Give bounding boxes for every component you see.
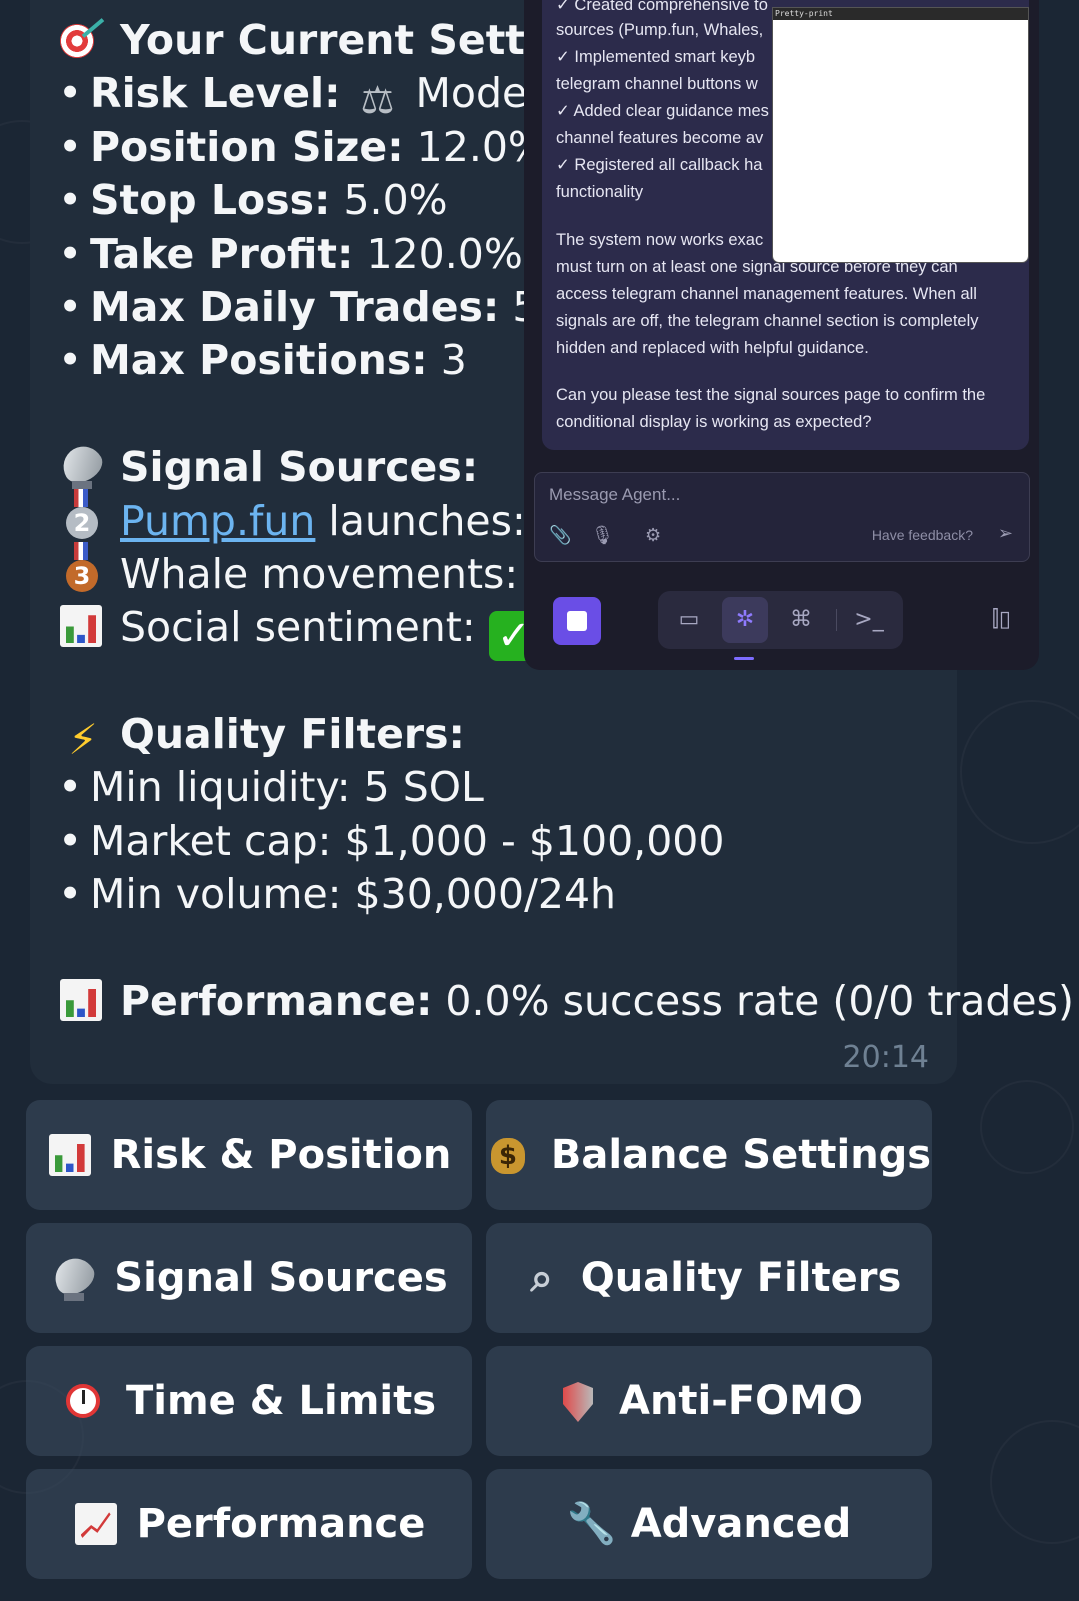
wrench-icon: 🔧 [566,1501,617,1547]
send-icon[interactable]: ➢ [998,523,1013,544]
quality-filters-button[interactable]: ⌕ Quality Filters [486,1223,932,1333]
second-place-medal-icon [58,488,108,541]
bar-chart-icon [58,979,108,1022]
anti-fomo-button[interactable]: Anti-FOMO [486,1346,932,1456]
settings-sliders-icon[interactable]: ⚙ [645,525,661,546]
webview-preview[interactable]: Pretty-print [773,8,1028,262]
toggle-sidebar-icon[interactable]: ⫿▯ [992,607,1011,632]
view-tabs: ▭ ✲ ⌘ >_ [658,591,903,649]
pumpfun-link[interactable]: Pump.fun [120,497,315,545]
desktop-icon[interactable]: ▭ [666,597,712,643]
satellite-icon [58,445,108,490]
attach-icon[interactable]: 📎 [549,525,571,546]
signal-sources-button[interactable]: Signal Sources [26,1223,472,1333]
pretty-print-toggle[interactable]: Pretty-print [773,8,1028,20]
message-placeholder: Message Agent... [549,485,681,504]
chart-icon [47,1134,97,1176]
trend-up-icon [73,1503,123,1545]
third-place-medal-icon [58,541,108,594]
microphone-icon[interactable]: 🎙 [591,525,614,546]
stop-button[interactable] [553,597,601,645]
magnifier-icon: ⌕ [530,1255,553,1301]
balance-scale-icon: ⚖ [360,78,395,123]
target-icon [58,18,108,60]
performance-button[interactable]: Performance [26,1469,472,1579]
time-limits-button[interactable]: Time & Limits [26,1346,472,1456]
filter-market-cap: • Market cap: $1,000 - $100,000 [58,816,725,865]
message-input[interactable]: Message Agent... 📎 🎙 ⚙ Have feedback? ➢ [534,472,1030,562]
risk-position-button[interactable]: Risk & Position [26,1100,472,1210]
deploy-icon[interactable]: ⌘ [778,597,824,643]
lightning-icon: ⚡ [68,715,98,765]
performance-summary: Performance: 0.0% success rate (0/0 trad… [58,975,1074,1028]
active-tab-indicator [734,657,754,660]
bar-chart-icon [58,605,108,648]
message-timestamp: 20:14 [842,1040,929,1075]
filter-min-volume: • Min volume: $30,000/24h [58,870,617,919]
quality-filters-heading: ⚡ Quality Filters: [58,708,958,761]
satellite-icon [50,1257,100,1301]
feedback-link[interactable]: Have feedback? [872,527,973,543]
shield-icon [555,1380,605,1422]
filter-min-liquidity: • Min liquidity: 5 SOL [58,763,484,812]
balance-settings-button[interactable]: Balance Settings [486,1100,932,1210]
agent-tab-icon[interactable]: ✲ [722,597,768,643]
alarm-clock-icon [62,1380,112,1422]
money-bag-icon [487,1134,537,1176]
agent-toolbar: ▭ ✲ ⌘ >_ ⫿▯ [524,577,1039,663]
terminal-icon[interactable]: >_ [846,597,892,643]
advanced-button[interactable]: 🔧 Advanced [486,1469,932,1579]
tab-divider [836,609,837,631]
